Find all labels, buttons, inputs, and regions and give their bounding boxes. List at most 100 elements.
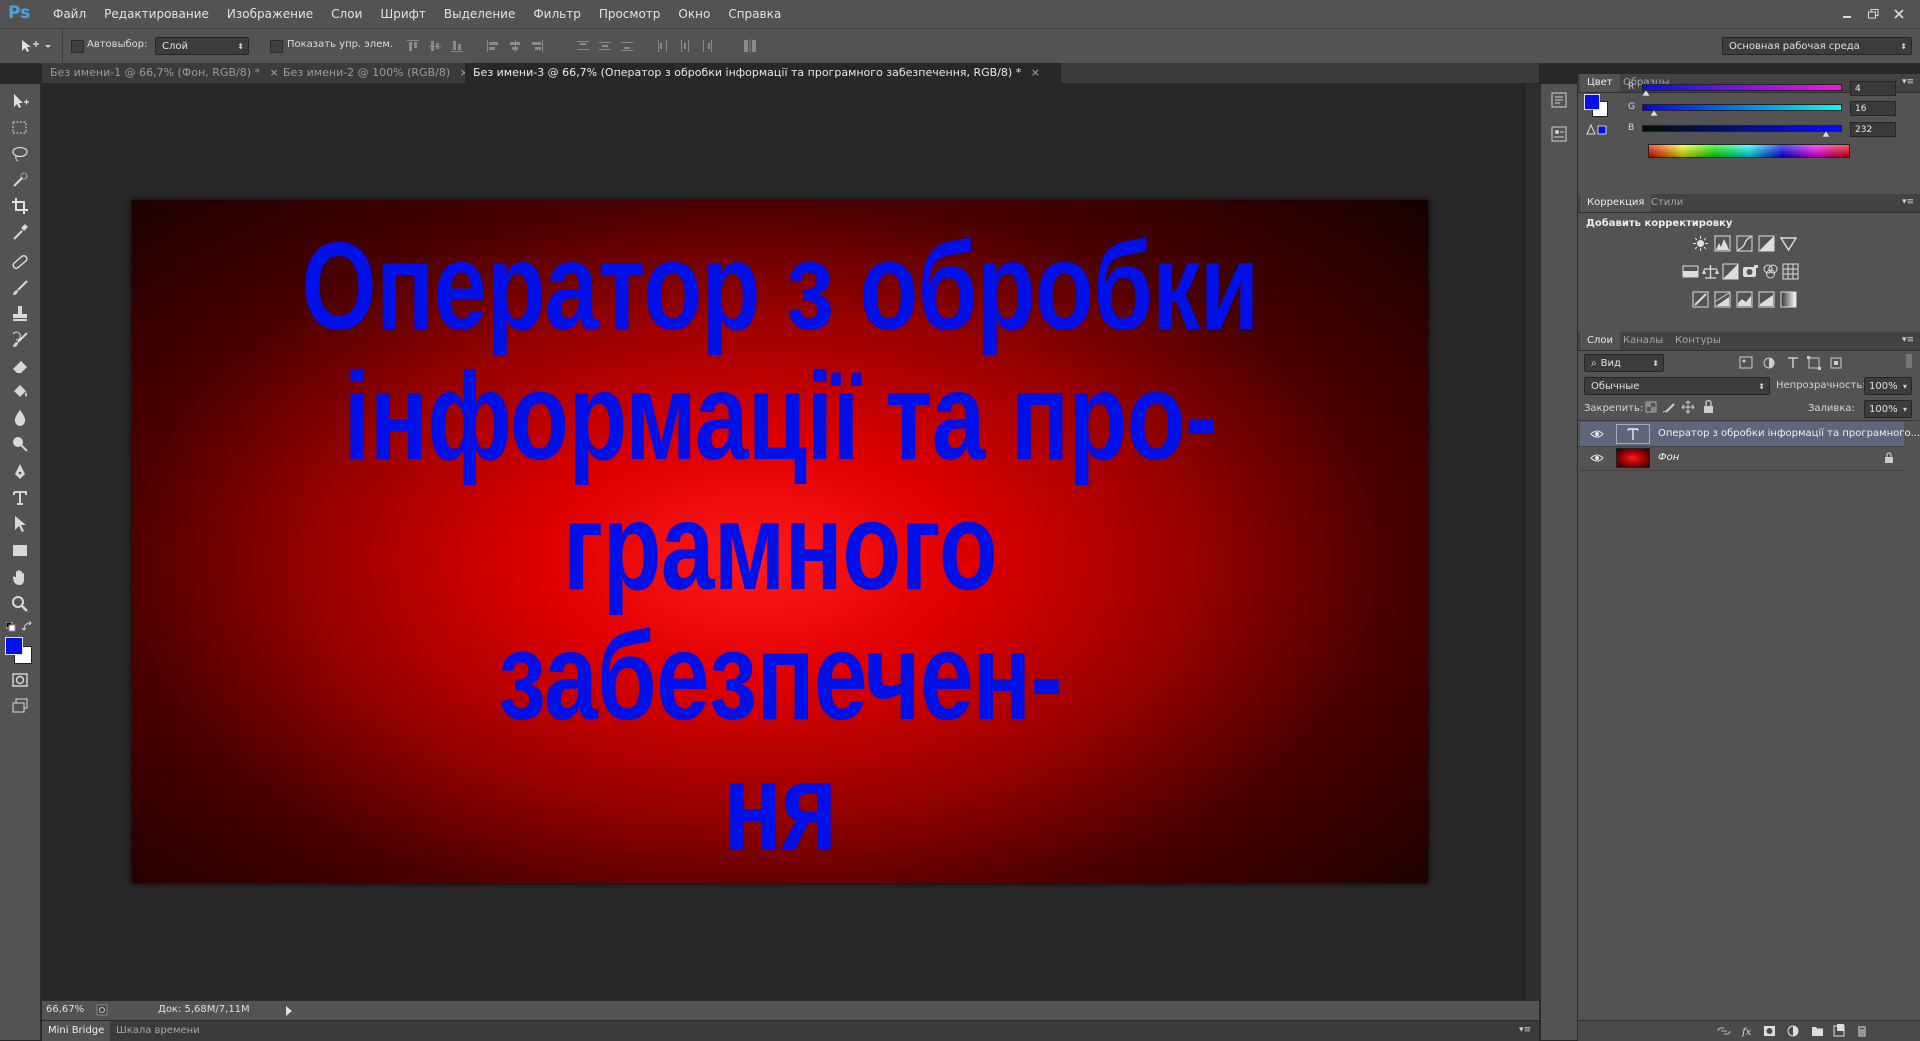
- show-transform-checkbox[interactable]: [270, 40, 283, 53]
- autoselect-checkbox[interactable]: [71, 40, 84, 53]
- menu-edit[interactable]: Редактирование: [95, 0, 218, 28]
- panel-menu-icon[interactable]: ▾≡: [1902, 77, 1914, 87]
- b-slider[interactable]: [1642, 125, 1842, 132]
- tool-blur[interactable]: [6, 406, 34, 430]
- filter-toggle[interactable]: [1906, 354, 1912, 368]
- minimize-button[interactable]: [1834, 0, 1860, 28]
- autoselect-dropdown[interactable]: Слой ⬍: [155, 37, 249, 55]
- color-lookup-icon[interactable]: [1782, 263, 1799, 280]
- tool-move[interactable]: [6, 90, 34, 114]
- g-slider-handle-icon[interactable]: [1650, 110, 1658, 116]
- menu-file[interactable]: Файл: [44, 0, 95, 28]
- align-right-icon[interactable]: [529, 38, 545, 54]
- blend-mode-dropdown[interactable]: Обычные ⬍: [1584, 377, 1770, 395]
- color-spectrum-ramp[interactable]: [1648, 144, 1850, 158]
- fill-input[interactable]: 100% ▾: [1864, 400, 1912, 418]
- default-colors-button[interactable]: [6, 622, 16, 632]
- tool-quick-mask[interactable]: [6, 668, 34, 692]
- brightness-icon[interactable]: [1692, 235, 1709, 252]
- tool-eraser[interactable]: [6, 354, 34, 378]
- menu-view[interactable]: Просмотр: [590, 0, 670, 28]
- tool-hand[interactable]: [6, 566, 34, 590]
- status-info-button[interactable]: [96, 1004, 108, 1016]
- status-menu-button[interactable]: [284, 1005, 294, 1017]
- align-left-icon[interactable]: [485, 38, 501, 54]
- tool-crop[interactable]: [6, 194, 34, 218]
- document-canvas[interactable]: Оператор з обробки інформації та про- гр…: [132, 200, 1428, 883]
- align-hcenter-icon[interactable]: [507, 38, 523, 54]
- tab-document-2[interactable]: Без имени-2 @ 100% (RGB/8) ×: [275, 63, 469, 83]
- distribute-bottom-icon[interactable]: [619, 38, 635, 54]
- distribute-hcenter-icon[interactable]: [677, 38, 693, 54]
- tool-lasso[interactable]: [6, 142, 34, 166]
- menu-select[interactable]: Выделение: [435, 0, 524, 28]
- align-top-icon[interactable]: [405, 38, 421, 54]
- properties-panel-button[interactable]: [1549, 124, 1569, 144]
- menu-filter[interactable]: Фильтр: [524, 0, 589, 28]
- close-icon[interactable]: ×: [1031, 66, 1040, 79]
- distribute-right-icon[interactable]: [699, 38, 715, 54]
- tool-shape[interactable]: [6, 538, 34, 562]
- layer-row-text[interactable]: Оператор з обробки інформації та програм…: [1580, 422, 1920, 447]
- vibrance-icon[interactable]: [1780, 235, 1797, 252]
- tool-quick-select[interactable]: [6, 168, 34, 192]
- swap-colors-button[interactable]: [22, 621, 33, 632]
- foreground-color-swatch[interactable]: [5, 637, 23, 655]
- tool-zoom[interactable]: [6, 592, 34, 616]
- channel-mixer-icon[interactable]: [1762, 263, 1779, 280]
- tab-adjustments[interactable]: Коррекция: [1580, 194, 1652, 212]
- tool-stamp[interactable]: [6, 302, 34, 326]
- tab-channels[interactable]: Каналы: [1616, 332, 1670, 350]
- tool-brush[interactable]: [6, 276, 34, 300]
- tool-paint-bucket[interactable]: [6, 380, 34, 404]
- curves-icon[interactable]: [1736, 235, 1753, 252]
- g-slider[interactable]: [1642, 104, 1842, 111]
- exposure-icon[interactable]: [1758, 235, 1775, 252]
- r-slider[interactable]: [1642, 84, 1842, 91]
- workspace-dropdown[interactable]: Основная рабочая среда ⬍: [1722, 37, 1912, 55]
- document-text[interactable]: Оператор з обробки інформації та про- гр…: [275, 222, 1286, 872]
- levels-icon[interactable]: [1714, 235, 1731, 252]
- tab-document-1[interactable]: Без имени-1 @ 66,7% (Фон, RGB/8) * ×: [42, 63, 279, 83]
- distribute-top-icon[interactable]: [575, 38, 591, 54]
- menu-help[interactable]: Справка: [719, 0, 790, 28]
- layer-filter-dropdown[interactable]: ⌕ Вид ⬍: [1584, 354, 1664, 372]
- tool-dodge[interactable]: [6, 432, 34, 456]
- menu-layers[interactable]: Слои: [322, 0, 371, 28]
- tab-paths[interactable]: Контуры: [1668, 332, 1728, 350]
- vertical-scrollbar[interactable]: [1524, 84, 1540, 1000]
- menu-image[interactable]: Изображение: [218, 0, 322, 28]
- r-slider-handle-icon[interactable]: [1642, 90, 1650, 96]
- close-button[interactable]: [1886, 0, 1912, 28]
- auto-align-button[interactable]: [742, 38, 758, 54]
- tool-marquee[interactable]: [6, 116, 34, 140]
- panel-menu-icon[interactable]: ▾≡: [1902, 197, 1914, 207]
- panel-menu-icon[interactable]: ▾≡: [1519, 1025, 1531, 1035]
- eye-icon[interactable]: [1590, 452, 1604, 464]
- panel-menu-icon[interactable]: ▾≡: [1902, 335, 1914, 345]
- b-value-input[interactable]: 232: [1850, 122, 1896, 137]
- restore-button[interactable]: [1860, 0, 1886, 28]
- align-vcenter-icon[interactable]: [427, 38, 443, 54]
- tool-type[interactable]: [6, 486, 34, 510]
- r-value-input[interactable]: 4: [1850, 81, 1896, 96]
- zoom-level[interactable]: 66,67%: [46, 1004, 84, 1015]
- layer-filter-icons[interactable]: [1738, 356, 1888, 370]
- move-tool-preset[interactable]: [18, 37, 52, 55]
- black-white-icon[interactable]: [1722, 263, 1739, 280]
- layers-footer-icons[interactable]: fx: [1716, 1024, 1916, 1038]
- lock-icons[interactable]: [1644, 399, 1724, 415]
- tab-color[interactable]: Цвет: [1580, 74, 1620, 92]
- layer-row-background[interactable]: Фон: [1580, 446, 1904, 471]
- menu-window[interactable]: Окно: [669, 0, 719, 28]
- tool-eyedropper[interactable]: [6, 220, 34, 244]
- invert-icon[interactable]: [1692, 291, 1709, 308]
- selective-color-icon[interactable]: [1758, 291, 1775, 308]
- history-panel-button[interactable]: [1549, 90, 1569, 110]
- threshold-icon[interactable]: [1736, 291, 1753, 308]
- b-slider-handle-icon[interactable]: [1822, 131, 1830, 137]
- tab-layers[interactable]: Слои: [1580, 332, 1620, 350]
- tool-healing[interactable]: [6, 250, 34, 274]
- tool-path-select[interactable]: [6, 512, 34, 536]
- color-foreground-swatch[interactable]: [1584, 94, 1600, 110]
